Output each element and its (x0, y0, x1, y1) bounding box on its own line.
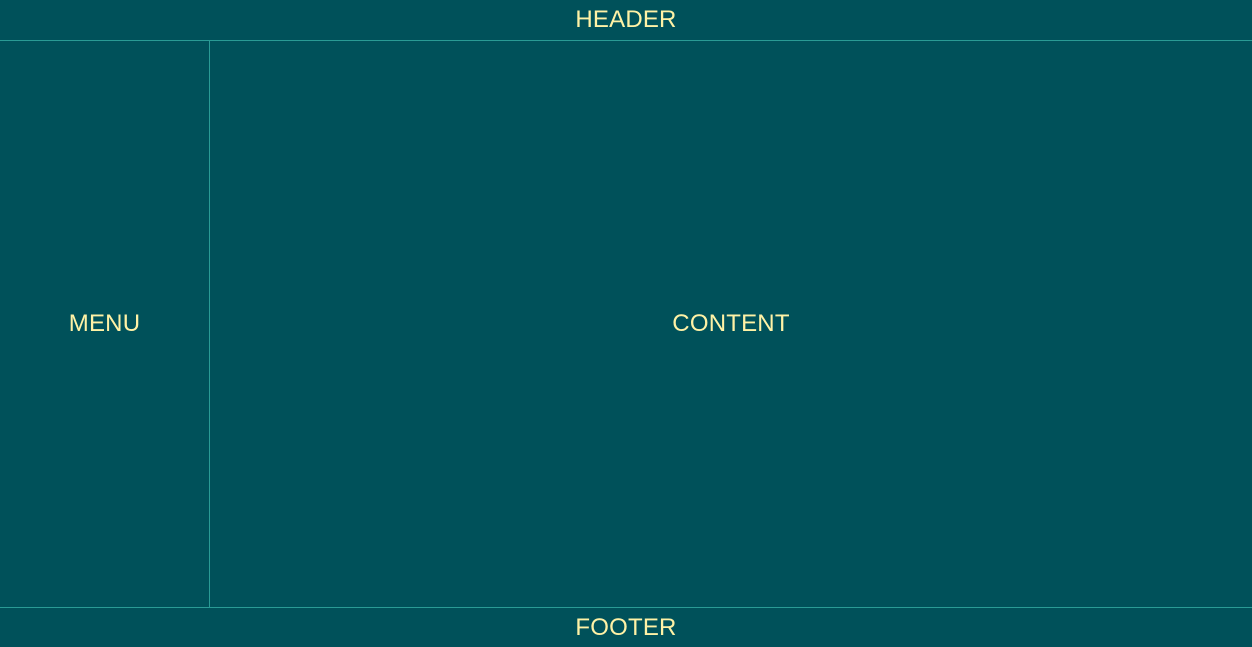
page-layout: HEADER MENU CONTENT FOOTER (0, 0, 1252, 647)
footer-region: FOOTER (0, 607, 1252, 647)
footer-label: FOOTER (575, 613, 677, 641)
header-region: HEADER (0, 0, 1252, 41)
content-label: CONTENT (672, 310, 790, 337)
header-label: HEADER (575, 6, 677, 33)
menu-label: MENU (68, 310, 141, 337)
content-region: CONTENT (210, 41, 1252, 607)
menu-region: MENU (0, 41, 210, 607)
